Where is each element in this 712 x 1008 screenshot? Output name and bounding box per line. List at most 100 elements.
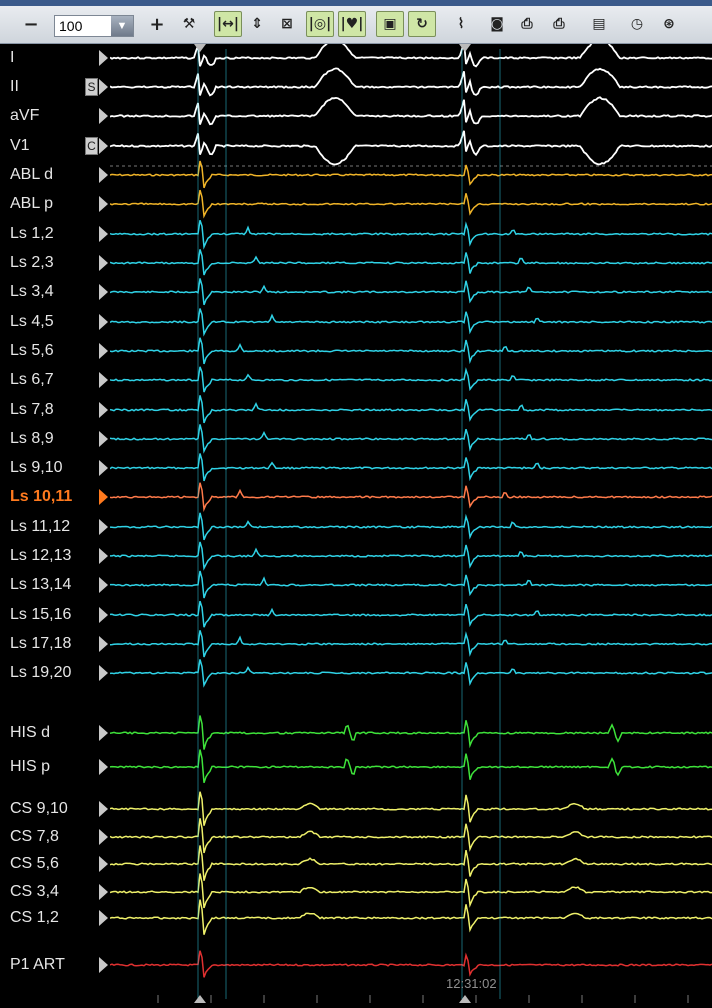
channel-handle-icon[interactable]	[99, 665, 108, 681]
channel-handle-icon[interactable]	[99, 372, 108, 388]
channel-label[interactable]: Ls 8,9	[10, 430, 54, 448]
channel-label[interactable]: HIS d	[10, 724, 50, 742]
channel-label[interactable]: HIS p	[10, 758, 50, 776]
channel-label[interactable]: P1 ART	[10, 956, 65, 974]
signal-trace	[109, 189, 712, 219]
channel-handle-icon[interactable]	[99, 50, 108, 66]
channel-handle-icon[interactable]	[99, 255, 108, 271]
channel-label[interactable]: Ls 9,10	[10, 459, 62, 477]
channel-handle-icon[interactable]	[99, 343, 108, 359]
channel-label[interactable]: Ls 13,14	[10, 576, 71, 594]
channel-label[interactable]: V1	[10, 137, 30, 155]
channel-label[interactable]: Ls 2,3	[10, 254, 54, 272]
signal-trace	[109, 308, 712, 337]
channel-label[interactable]: ABL d	[10, 166, 53, 184]
zoom-select[interactable]: 100 ▼	[54, 15, 134, 37]
channel-badge[interactable]: S	[85, 78, 98, 96]
channel-handle-icon[interactable]	[99, 829, 108, 845]
heart-caliper-icon[interactable]: |♥|	[338, 11, 366, 37]
channel-label[interactable]: Ls 12,13	[10, 547, 71, 565]
channel-handle-icon[interactable]	[99, 801, 108, 817]
signal-trace	[109, 366, 712, 393]
time-cursor-icon[interactable]	[459, 995, 471, 1003]
channel-handle-icon[interactable]	[99, 489, 108, 505]
signal-trace	[110, 570, 712, 599]
channel-handle-icon[interactable]	[99, 431, 108, 447]
channel-label[interactable]: Ls 7,8	[10, 401, 54, 419]
channel-label[interactable]: Ls 15,16	[10, 606, 71, 624]
signal-trace	[109, 395, 712, 424]
trigger-icon[interactable]: ⌇	[448, 11, 474, 37]
channel-handle-icon[interactable]	[99, 167, 108, 183]
tools-icon[interactable]: ⚒	[176, 11, 202, 37]
channel-handle-icon[interactable]	[99, 226, 108, 242]
clock-icon[interactable]: ◷	[624, 11, 650, 37]
channel-handle-icon[interactable]	[99, 957, 108, 973]
zoom-in-button[interactable]: +	[144, 11, 170, 37]
channel-handle-icon[interactable]	[99, 884, 108, 900]
vertical-scale-icon[interactable]: ⇕	[244, 11, 270, 37]
signal-trace	[109, 160, 712, 189]
monitor-icon[interactable]: ▣	[376, 11, 404, 37]
sync-icon[interactable]: ↻	[408, 11, 436, 37]
signal-trace	[109, 950, 712, 978]
channel-label[interactable]: Ls 11,12	[10, 518, 70, 536]
channel-label[interactable]: aVF	[10, 107, 39, 125]
settings-wheel-icon[interactable]: ⊛	[656, 11, 682, 37]
channel-handle-icon[interactable]	[99, 759, 108, 775]
print-icon[interactable]: ⎙	[514, 11, 540, 37]
signal-trace	[109, 482, 712, 513]
channel-label[interactable]: Ls 1,2	[10, 225, 54, 243]
channel-handle-icon[interactable]	[99, 460, 108, 476]
fit-icon[interactable]: ⊠	[274, 11, 300, 37]
channel-label[interactable]: Ls 19,20	[10, 664, 71, 682]
printer-icon[interactable]: ⎙	[546, 11, 572, 37]
channel-handle-icon[interactable]	[99, 607, 108, 623]
channel-label-panel: I II SaVF V1 C ABL d ABL p Ls 1,2 Ls 2,3 Ls 3,4 Ls…	[0, 44, 110, 1003]
channel-handle-icon[interactable]	[99, 402, 108, 418]
channel-label[interactable]: CS 7,8	[10, 828, 59, 846]
channel-label[interactable]: CS 5,6	[10, 855, 59, 873]
channel-label[interactable]: CS 1,2	[10, 909, 59, 927]
channel-label[interactable]: CS 9,10	[10, 800, 68, 818]
channel-handle-icon[interactable]	[99, 725, 108, 741]
channel-handle-icon[interactable]	[99, 519, 108, 535]
channel-label[interactable]: Ls 6,7	[10, 371, 54, 389]
camera-icon[interactable]: ◙	[484, 11, 510, 37]
zoom-value[interactable]: 100	[59, 18, 82, 34]
channel-handle-icon[interactable]	[99, 577, 108, 593]
channel-label[interactable]: Ls 5,6	[10, 342, 54, 360]
signal-trace	[109, 715, 712, 750]
channel-handle-icon[interactable]	[99, 856, 108, 872]
channel-label[interactable]: II	[10, 78, 19, 96]
channel-label[interactable]: I	[10, 49, 14, 67]
channel-label[interactable]: ABL p	[10, 195, 53, 213]
channel-handle-icon[interactable]	[99, 548, 108, 564]
toolbar: − 100 ▼ + ⚒ |↔| ⇕ ⊠ |◎| |♥| ▣ ↻ ⌇ ◙ ⎙ ⎙ ▤ ◷ ⊛	[0, 6, 712, 44]
channel-handle-icon[interactable]	[99, 636, 108, 652]
channel-handle-icon[interactable]	[99, 196, 108, 212]
table-icon[interactable]: ▤	[586, 11, 612, 37]
channel-handle-icon[interactable]	[99, 138, 108, 154]
time-cursor-icon[interactable]	[194, 995, 206, 1003]
signal-trace-area[interactable]	[109, 38, 712, 1003]
channel-label[interactable]: Ls 10,11	[10, 488, 72, 506]
channel-badge[interactable]: C	[85, 137, 98, 155]
chevron-down-icon[interactable]: ▼	[111, 16, 133, 36]
channel-label[interactable]: Ls 4,5	[10, 313, 54, 331]
caliper-icon[interactable]: |◎|	[306, 11, 334, 37]
signal-trace	[109, 630, 712, 658]
channel-label[interactable]: CS 3,4	[10, 883, 59, 901]
channel-label[interactable]: Ls 3,4	[10, 283, 54, 301]
channel-handle-icon[interactable]	[99, 314, 108, 330]
signal-trace	[110, 541, 712, 571]
signal-trace	[109, 219, 712, 250]
signal-trace	[109, 67, 712, 97]
zoom-out-button[interactable]: −	[18, 11, 44, 37]
channel-handle-icon[interactable]	[99, 108, 108, 124]
channel-handle-icon[interactable]	[99, 284, 108, 300]
channel-handle-icon[interactable]	[99, 79, 108, 95]
channel-handle-icon[interactable]	[99, 910, 108, 926]
channel-label[interactable]: Ls 17,18	[10, 635, 71, 653]
horizontal-expand-icon[interactable]: |↔|	[214, 11, 242, 37]
